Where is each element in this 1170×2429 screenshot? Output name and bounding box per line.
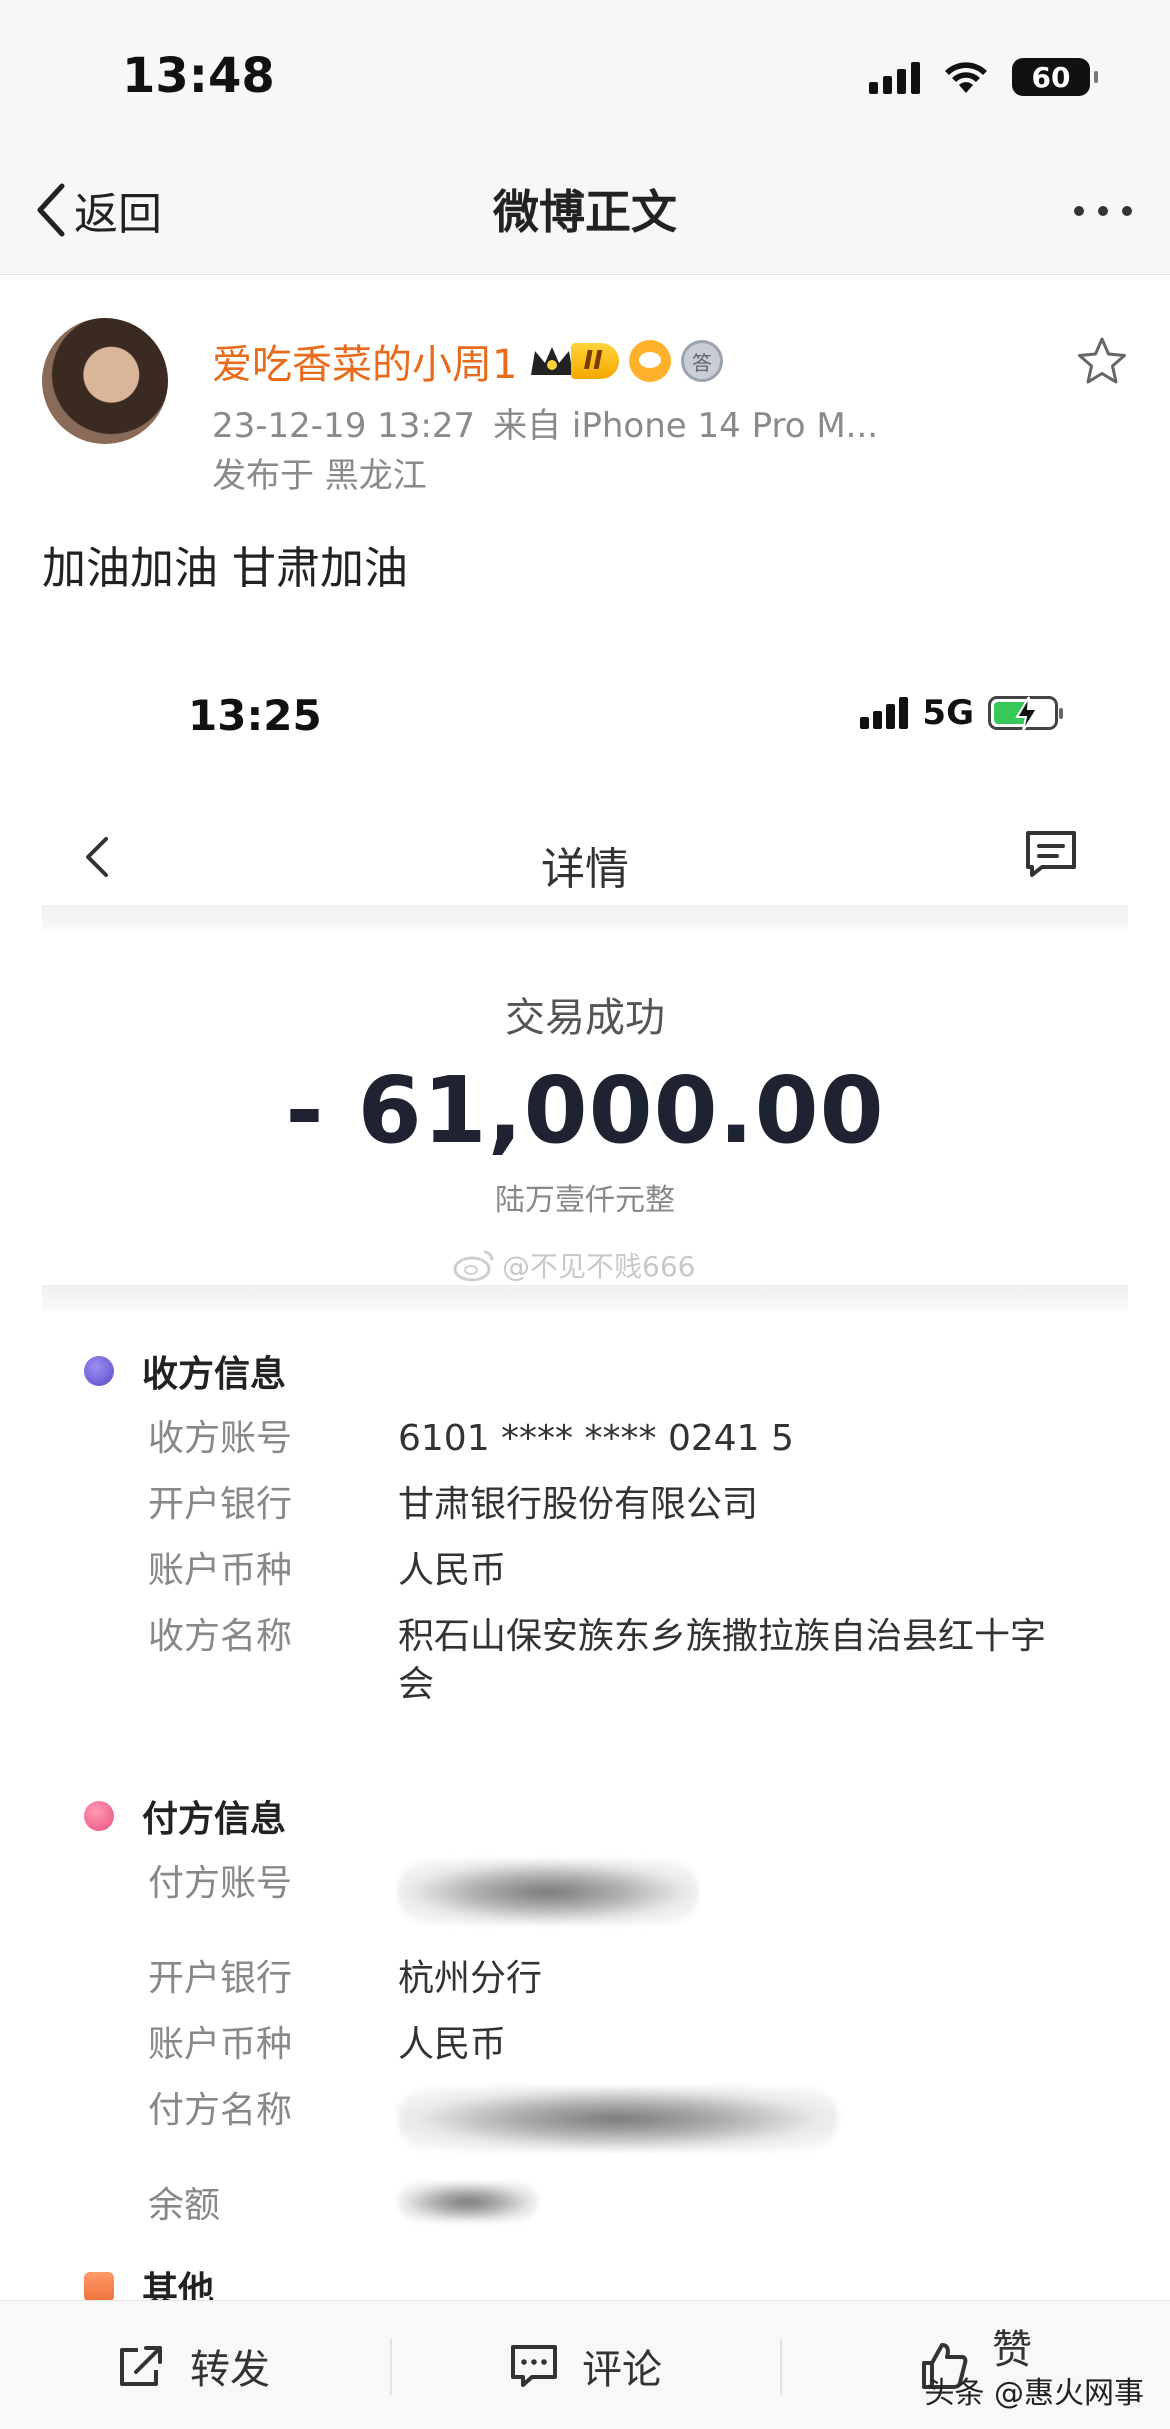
battery-icon: 60	[1012, 58, 1098, 96]
medal-icon[interactable]: 答	[680, 340, 723, 382]
transaction-amount: - 61,000.00	[285, 1057, 885, 1164]
payer-dot-icon	[84, 1801, 114, 1831]
separator	[780, 2339, 782, 2395]
image-nav-bar: 详情	[0, 775, 1170, 915]
payee-section: 收方信息 收方账号 6101 **** **** 0241 5 开户银行 甘肃银…	[84, 1345, 1078, 1709]
payee-currency: 人民币	[398, 1550, 507, 1591]
post-meta: 23-12-19 13:27 来自 iPhone 14 Pro M...	[212, 398, 878, 447]
image-network-label: 5G	[922, 693, 974, 733]
charging-bolt-icon	[1015, 696, 1039, 732]
divider	[42, 905, 1128, 931]
post-source: 来自 iPhone 14 Pro M...	[493, 406, 879, 446]
image-title: 详情	[541, 844, 629, 895]
info-row: 账户币种 人民币	[148, 2021, 1078, 2069]
post-image[interactable]: 13:25 5G 详情 交易成功 - 61,000.00 陆万壹仟元整 @不见不…	[0, 655, 1170, 2311]
row-label: 账户币种	[148, 1550, 293, 1591]
row-label: 账户币种	[148, 2024, 293, 2065]
like-label: 赞	[992, 2326, 1032, 2373]
post-timestamp: 23-12-19 13:27	[212, 406, 476, 446]
info-row: 账户币种 人民币	[148, 1547, 1078, 1595]
share-icon	[120, 2345, 162, 2386]
post-text: 加油加油 甘肃加油	[42, 543, 408, 594]
vip-badge[interactable]: II	[527, 341, 619, 381]
status-time: 13:48	[122, 48, 275, 104]
payer-balance-redacted	[398, 2182, 1078, 2235]
page-title: 微博正文	[493, 185, 677, 239]
payee-title: 收方信息	[142, 1354, 287, 1395]
payer-bank: 杭州分行	[398, 1958, 543, 1999]
username[interactable]: 爱吃香菜的小周1	[212, 332, 517, 390]
payee-account: 6101 **** **** 0241 5	[398, 1418, 794, 1459]
wifi-icon	[945, 62, 987, 93]
comment-button[interactable]: 评论	[508, 2301, 662, 2429]
payee-header: 收方信息	[84, 1345, 1078, 1397]
other-icon	[84, 2272, 114, 2302]
redaction-blur	[398, 2087, 838, 2151]
image-status-icons: 5G	[860, 693, 1063, 733]
redaction-blur	[398, 1860, 698, 1924]
status-icons: 60	[869, 58, 1098, 96]
medal-text: 答	[691, 350, 712, 375]
fan-badge-icon[interactable]	[628, 340, 671, 382]
more-dot-icon	[1098, 206, 1108, 216]
avatar[interactable]	[42, 318, 168, 444]
info-row: 开户银行 杭州分行	[148, 1955, 1078, 2003]
image-status-time: 13:25	[188, 691, 322, 740]
row-label: 开户银行	[148, 1484, 293, 1525]
payee-name: 积石山保安族东乡族撒拉族自治县红十字会	[398, 1616, 1047, 1705]
amount-in-words: 陆万壹仟元整	[495, 1183, 675, 1218]
weibo-logo-icon	[453, 1250, 494, 1282]
repost-button[interactable]: 转发	[116, 2301, 270, 2429]
comment-label: 评论	[582, 2346, 662, 2393]
username-row: 爱吃香菜的小周1 II 答	[212, 332, 723, 390]
payer-account-redacted	[398, 1860, 1078, 1937]
info-row: 收方账号 6101 **** **** 0241 5	[148, 1415, 1078, 1463]
credit-text: 头条 @惠火网事	[924, 2376, 1144, 2411]
watermark-text: @不见不贱666	[502, 1250, 696, 1283]
payer-name-redacted	[398, 2087, 1078, 2164]
payer-title: 付方信息	[142, 1799, 287, 1840]
row-label: 收方名称	[148, 1616, 293, 1657]
info-row: 余额	[148, 2182, 1078, 2235]
crown-icon	[531, 347, 574, 375]
info-row: 付方账号	[148, 1860, 1078, 1937]
info-row: 付方名称	[148, 2087, 1078, 2164]
vip-level: II	[571, 343, 619, 379]
info-row: 开户银行 甘肃银行股份有限公司	[148, 1481, 1078, 1529]
row-label: 开户银行	[148, 1958, 293, 1999]
more-dot-icon	[1074, 206, 1084, 216]
payee-bank: 甘肃银行股份有限公司	[398, 1484, 759, 1525]
signal-icon	[869, 60, 920, 94]
row-label: 收方账号	[148, 1418, 293, 1459]
row-label: 余额	[148, 2185, 221, 2226]
payer-header: 付方信息	[84, 1790, 1078, 1842]
repost-label: 转发	[190, 2346, 270, 2393]
source-credit: 头条 @惠火网事	[924, 2368, 1144, 2412]
image-signal-icon	[860, 697, 909, 729]
transaction-status: 交易成功	[505, 995, 665, 1041]
battery-level: 60	[1031, 60, 1071, 94]
favorite-star-icon[interactable]	[1074, 334, 1130, 390]
payer-section: 付方信息 付方账号 开户银行 杭州分行 账户币种 人民币 付方名称 余额	[84, 1790, 1078, 2235]
payer-currency: 人民币	[398, 2024, 507, 2065]
more-options-button[interactable]	[1074, 206, 1132, 216]
separator	[390, 2339, 392, 2395]
image-battery-icon	[988, 696, 1063, 732]
payee-dot-icon	[84, 1356, 114, 1386]
info-row: 收方名称 积石山保安族东乡族撒拉族自治县红十字会	[148, 1613, 1078, 1709]
message-icon	[1026, 831, 1076, 877]
watermark: @不见不贱666	[452, 1245, 695, 1285]
row-label: 付方名称	[148, 2090, 293, 2131]
more-dot-icon	[1122, 206, 1132, 216]
divider	[42, 1285, 1128, 1311]
status-bar: 13:48 60	[0, 0, 1170, 150]
comment-icon	[511, 2344, 557, 2387]
redaction-blur	[398, 2182, 538, 2222]
post-location: 发布于 黑龙江	[212, 456, 427, 496]
nav-bar: 返回 微博正文	[0, 150, 1170, 275]
row-label: 付方账号	[148, 1863, 293, 1904]
